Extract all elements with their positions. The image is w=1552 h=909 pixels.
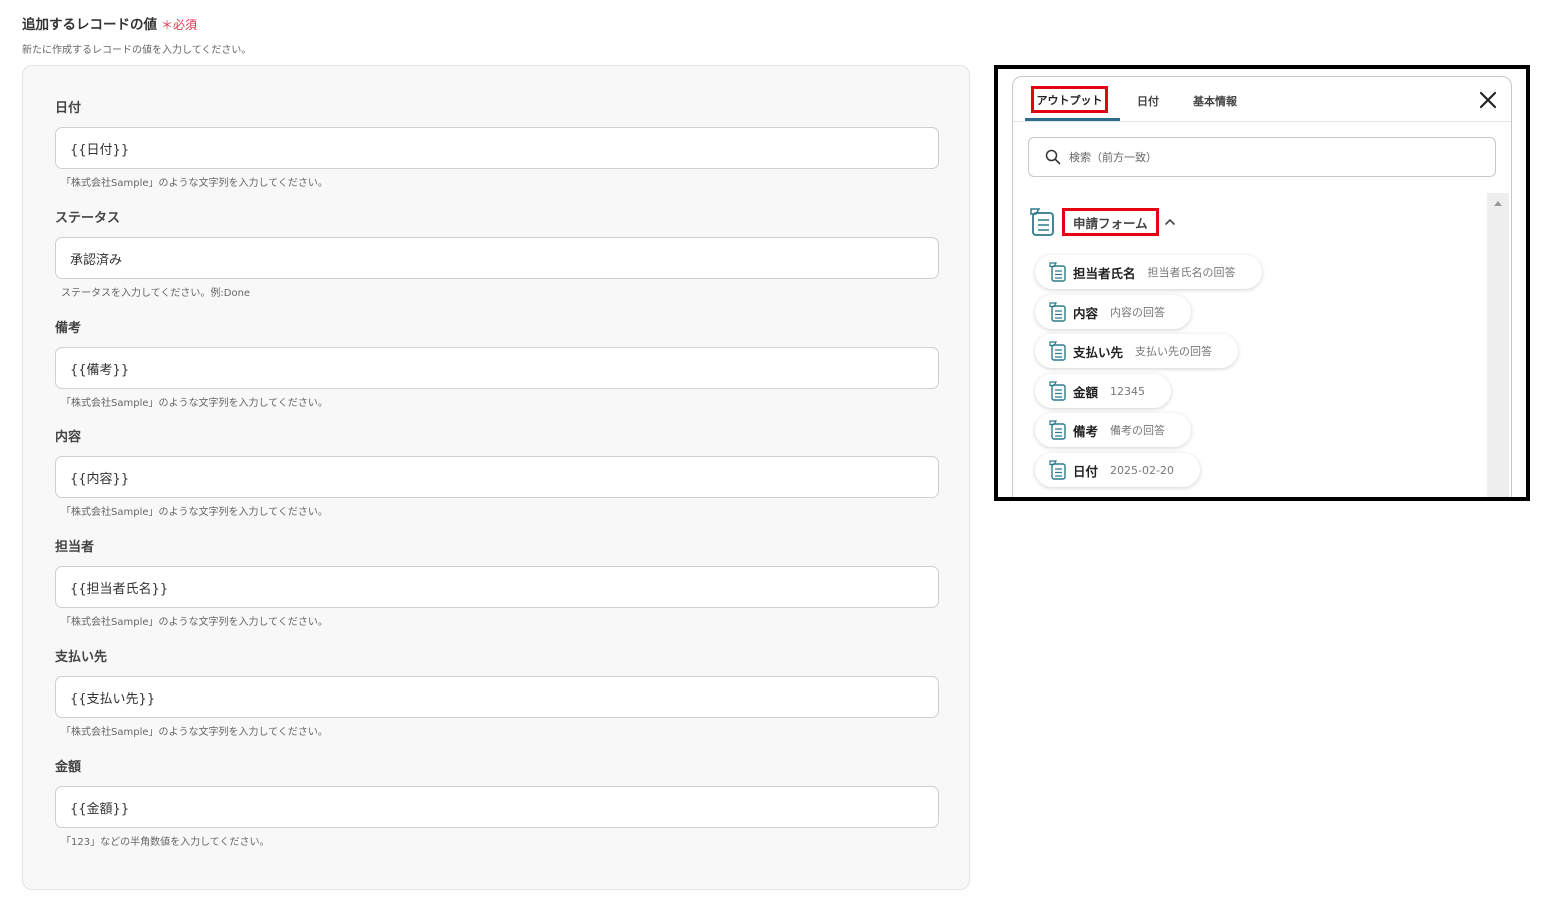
field-value: {{金額}} [70,801,130,817]
tab-date[interactable]: 日付 [1137,93,1159,109]
output-item[interactable]: 支払い先 支払い先の回答 [1035,334,1239,368]
item-name: 備考 [1073,423,1099,439]
field-help: 「株式会社Sample」のような文字列を入力してください。 [61,617,328,628]
field-status: ステータス 承認済み ステータスを入力してください。例:Done [55,209,939,299]
form-icon [1030,208,1054,236]
field-label: ステータス [55,211,121,226]
field-amount: 金額 {{金額}} 「123」などの半角数値を入力してください。 [55,758,939,848]
item-name: 支払い先 [1073,344,1124,360]
field-payee: 支払い先 {{支払い先}} 「株式会社Sample」のような文字列を入力してくだ… [55,648,939,738]
search-box [1028,137,1496,177]
item-value: 担当者氏名の回答 [1147,266,1236,279]
form-icon [1049,381,1066,401]
field-label: 日付 [55,101,82,116]
field-label: 内容 [55,430,82,445]
item-name: 担当者氏名 [1073,265,1136,281]
content-input[interactable]: {{内容}} [55,456,939,498]
field-label: 支払い先 [55,650,108,665]
date-input[interactable]: {{日付}} [55,127,939,169]
required-label: 必須 [173,18,198,32]
close-icon [1479,91,1497,109]
field-value: {{担当者氏名}} [70,581,169,597]
form-icon [1049,262,1066,282]
required-mark: ＊ [161,18,174,32]
output-item[interactable]: 担当者氏名 担当者氏名の回答 [1035,255,1262,289]
field-value: {{支払い先}} [70,691,156,707]
chevron-up-icon[interactable] [1164,216,1176,228]
status-input[interactable]: 承認済み [55,237,939,279]
field-value: 承認済み [70,252,123,268]
output-item[interactable]: 金額 12345 [1035,374,1172,408]
section-title-text: 追加するレコードの値 [22,17,157,33]
form-icon [1049,302,1066,322]
field-label: 備考 [55,321,82,336]
output-item[interactable]: 備考 備考の回答 [1035,413,1192,447]
active-tab-indicator [1025,118,1120,121]
field-help: 「株式会社Sample」のような文字列を入力してください。 [61,727,328,738]
form-icon [1049,341,1066,361]
popup-screenshot-frame: アウトプット 日付 基本情報 検索（前方一致） 申請フォーム 担当者氏名 担当者… [994,65,1530,501]
record-form: 日付 {{日付}} 「株式会社Sample」のような文字列を入力してください。 … [22,65,970,890]
output-picker-popup: アウトプット 日付 基本情報 検索（前方一致） 申請フォーム 担当者氏名 担当者… [1012,76,1512,497]
tab-basic-info[interactable]: 基本情報 [1193,93,1237,109]
scroll-up-icon[interactable] [1494,201,1502,206]
field-label: 担当者 [55,540,95,555]
section-title: 追加するレコードの値 ＊必須 [22,13,197,33]
close-button[interactable] [1477,89,1499,111]
item-name: 日付 [1073,463,1099,479]
field-help: 「株式会社Sample」のような文字列を入力してください。 [61,178,328,189]
item-name: 内容 [1073,305,1099,321]
popup-tabs: アウトプット 日付 基本情報 [1013,77,1511,122]
required-badge: ＊必須 [161,18,197,32]
tab-output[interactable]: アウトプット [1031,86,1108,113]
output-item[interactable]: 内容 内容の回答 [1035,295,1192,329]
field-value: {{備考}} [70,362,130,378]
field-date: 日付 {{日付}} 「株式会社Sample」のような文字列を入力してください。 [55,99,939,189]
item-value: 備考の回答 [1110,424,1166,437]
field-help: ステータスを入力してください。例:Done [61,288,251,299]
assignee-input[interactable]: {{担当者氏名}} [55,566,939,608]
group-header[interactable]: 申請フォーム [1028,205,1176,239]
popup-viewport: アウトプット 日付 基本情報 検索（前方一致） 申請フォーム 担当者氏名 担当者… [998,69,1526,497]
section-description: 新たに作成するレコードの値を入力してください。 [22,45,252,56]
field-assignee: 担当者 {{担当者氏名}} 「株式会社Sample」のような文字列を入力してくだ… [55,538,939,628]
field-label: 金額 [55,760,82,775]
field-help: 「株式会社Sample」のような文字列を入力してください。 [61,398,328,409]
output-item[interactable]: 日付 2025-02-20 [1035,453,1200,487]
item-value: 支払い先の回答 [1135,345,1213,358]
item-value: 12345 [1110,384,1146,398]
item-value: 内容の回答 [1110,306,1166,319]
field-value: {{日付}} [70,142,130,158]
group-name: 申請フォーム [1062,208,1159,236]
form-icon [1049,460,1066,480]
search-icon [1045,149,1061,165]
field-help: 「株式会社Sample」のような文字列を入力してください。 [61,507,328,518]
amount-input[interactable]: {{金額}} [55,786,939,828]
notes-input[interactable]: {{備考}} [55,347,939,389]
field-help: 「123」などの半角数値を入力してください。 [61,837,270,848]
scrollbar[interactable] [1487,193,1509,497]
item-name: 金額 [1073,384,1099,400]
form-icon [1049,420,1066,440]
search-input[interactable] [1067,149,1451,165]
field-value: {{内容}} [70,471,130,487]
item-value: 2025-02-20 [1110,463,1174,477]
field-content: 内容 {{内容}} 「株式会社Sample」のような文字列を入力してください。 [55,428,939,518]
payee-input[interactable]: {{支払い先}} [55,676,939,718]
field-notes: 備考 {{備考}} 「株式会社Sample」のような文字列を入力してください。 [55,319,939,409]
